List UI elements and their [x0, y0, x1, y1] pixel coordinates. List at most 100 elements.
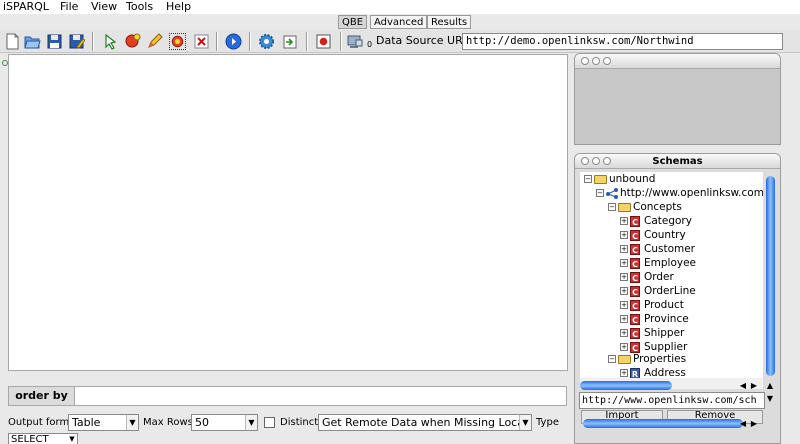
- tree-concepts-label: Concepts: [633, 201, 682, 213]
- concept-row[interactable]: + C Category: [620, 214, 692, 228]
- scroll-right-arrow-icon[interactable]: ▶: [749, 419, 759, 429]
- delete-icon[interactable]: [193, 33, 210, 50]
- schema-tree-vertical-scrollbar[interactable]: [766, 176, 775, 376]
- order-by-button[interactable]: order by: [9, 387, 75, 405]
- scroll-down-arrow-icon[interactable]: ▼: [765, 394, 775, 404]
- concept-label: Product: [644, 299, 684, 311]
- concept-label: Province: [644, 313, 689, 325]
- schema-panel-horizontal-scrollbar[interactable]: [583, 419, 743, 428]
- collapse-icon[interactable]: −: [596, 189, 604, 197]
- window-minimize-icon[interactable]: [592, 57, 600, 65]
- expand-icon[interactable]: +: [620, 315, 628, 323]
- schemas-titlebar[interactable]: Schemas: [575, 154, 780, 169]
- expand-icon[interactable]: +: [620, 301, 628, 309]
- expand-icon[interactable]: +: [620, 217, 628, 225]
- tab-qbe[interactable]: QBE: [338, 15, 368, 29]
- concept-row[interactable]: + C Order: [620, 270, 674, 284]
- order-by-bar[interactable]: order by: [8, 386, 567, 406]
- tree-properties[interactable]: − Properties: [608, 352, 686, 366]
- concept-row[interactable]: + C Customer: [620, 242, 695, 256]
- concept-badge-icon: C: [630, 327, 640, 339]
- query-options-row: Output format Table ▼ Max Rows 50 ▼ Dist…: [0, 414, 580, 432]
- save-icon[interactable]: [46, 33, 63, 50]
- tab-results[interactable]: Results: [427, 15, 472, 29]
- menu-tools[interactable]: Tools: [126, 0, 153, 14]
- scroll-left-arrow-icon[interactable]: ◀: [738, 419, 748, 429]
- tree-concepts[interactable]: − Concepts: [608, 200, 682, 214]
- concept-label: Order: [644, 271, 674, 283]
- select-pointer-icon[interactable]: [102, 33, 119, 50]
- expand-icon[interactable]: +: [620, 259, 628, 267]
- scroll-up-arrow-icon[interactable]: ▲: [765, 381, 775, 391]
- query-type-select[interactable]: SELECT ▼: [8, 433, 78, 444]
- tab-advanced[interactable]: Advanced: [370, 15, 428, 29]
- concept-label: Country: [644, 229, 686, 241]
- expand-icon[interactable]: +: [620, 343, 628, 351]
- view-tabs: QBE Advanced Results: [0, 14, 800, 30]
- schema-tree-horizontal-scrollbar[interactable]: [580, 381, 672, 390]
- max-rows-select[interactable]: 50 ▼: [191, 414, 258, 431]
- expand-icon[interactable]: +: [620, 287, 628, 295]
- scroll-right-arrow-icon[interactable]: ▶: [749, 381, 759, 391]
- toolbar: 0 Data Source URI http://demo.openlinksw…: [0, 30, 800, 53]
- distinct-checkbox[interactable]: [264, 417, 275, 428]
- data-source-uri-input[interactable]: http://demo.openlinksw.com/Northwind: [462, 33, 783, 50]
- menu-app-name[interactable]: iSPARQL: [3, 0, 49, 14]
- concept-row[interactable]: + C Shipper: [620, 326, 684, 340]
- concept-badge-icon: C: [630, 229, 640, 241]
- schema-uri-select[interactable]: http://www.openlinksw.com/sch: [579, 392, 765, 409]
- expand-icon[interactable]: +: [620, 273, 628, 281]
- max-rows-label: Max Rows: [143, 417, 193, 428]
- concept-row[interactable]: + C Province: [620, 312, 689, 326]
- add-node-icon[interactable]: [124, 33, 141, 50]
- collapse-icon[interactable]: −: [608, 203, 616, 211]
- save-as-icon[interactable]: [68, 33, 85, 50]
- tree-properties-label: Properties: [633, 353, 687, 365]
- concept-row[interactable]: + C OrderLine: [620, 284, 696, 298]
- concept-row[interactable]: + C Employee: [620, 256, 696, 270]
- collapse-icon[interactable]: −: [608, 355, 616, 363]
- menu-bar: iSPARQL File View Tools Help: [0, 0, 800, 14]
- window-close-icon[interactable]: [581, 157, 589, 165]
- chevron-down-icon: ▼: [126, 415, 138, 430]
- window-minimize-icon[interactable]: [592, 157, 600, 165]
- toolbar-separator: [306, 32, 308, 51]
- open-folder-icon[interactable]: [24, 33, 41, 50]
- tree-root[interactable]: − unbound: [584, 172, 655, 186]
- expand-icon[interactable]: +: [620, 245, 628, 253]
- schemas-window: Schemas − unbound − http://www.openlinksw.…: [574, 153, 781, 444]
- menu-file[interactable]: File: [60, 0, 78, 14]
- window-close-icon[interactable]: [581, 57, 589, 65]
- group-nodes-icon[interactable]: [169, 33, 186, 50]
- import-icon[interactable]: [281, 33, 298, 50]
- tree-graph[interactable]: − http://www.openlinksw.com: [596, 186, 763, 200]
- output-format-select[interactable]: Table ▼: [68, 414, 139, 431]
- query-canvas[interactable]: [8, 54, 568, 371]
- toolbar-separator: [249, 32, 251, 51]
- data-source-icon[interactable]: [347, 33, 364, 50]
- concept-row[interactable]: + C Country: [620, 228, 686, 242]
- new-file-icon[interactable]: [4, 33, 21, 50]
- window-titlebar[interactable]: [575, 54, 780, 69]
- run-query-icon[interactable]: [225, 33, 242, 50]
- expand-icon[interactable]: +: [620, 329, 628, 337]
- concept-row[interactable]: + C Product: [620, 298, 684, 312]
- menu-help[interactable]: Help: [166, 0, 191, 14]
- menu-view[interactable]: View: [91, 0, 117, 14]
- remote-data-select[interactable]: Get Remote Data when Missing Locally ▼: [318, 414, 532, 431]
- data-source-counter: 0: [367, 40, 373, 49]
- folder-icon: [594, 174, 607, 184]
- collapse-icon[interactable]: −: [584, 175, 592, 183]
- query-type-value: SELECT: [11, 434, 49, 444]
- property-row[interactable]: + R Address: [620, 366, 686, 378]
- clear-icon[interactable]: [315, 33, 332, 50]
- scroll-left-arrow-icon[interactable]: ◀: [738, 381, 748, 391]
- pencil-icon[interactable]: [146, 33, 163, 50]
- empty-palette-window: [574, 53, 781, 145]
- settings-gear-icon[interactable]: [258, 33, 275, 50]
- expand-icon[interactable]: +: [620, 369, 628, 377]
- window-maximize-icon[interactable]: [603, 57, 611, 65]
- concept-label: Shipper: [644, 327, 685, 339]
- expand-icon[interactable]: +: [620, 231, 628, 239]
- window-maximize-icon[interactable]: [603, 157, 611, 165]
